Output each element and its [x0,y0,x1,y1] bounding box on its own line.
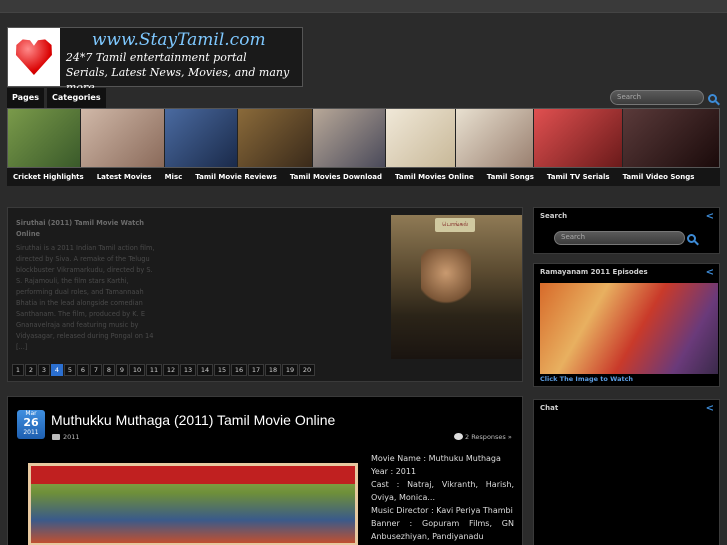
header-tabs: Pages Categories [7,88,109,108]
slider-image-badge: பொங்கல் [435,218,475,232]
poster-strip [31,466,355,484]
info-cast: Cast : Natraj, Vikranth, Harish, Oviya, … [371,480,514,502]
slider-pager: 1 2 3 4 5 6 7 8 9 10 11 12 13 14 15 16 17 18 19 20 [12,364,316,376]
banner-shot[interactable] [164,109,239,167]
pager-page-6[interactable]: 6 [77,364,89,376]
sidebar-search-widget: Search < Search [533,207,720,254]
widget-title-text: Ramayanam 2011 Episodes [540,268,648,276]
widget-title-ramayanam: Ramayanam 2011 Episodes < [534,264,719,282]
pager-page-20[interactable]: 20 [299,364,315,376]
pager-page-1[interactable]: 1 [12,364,24,376]
nav-tamil-video-songs[interactable]: Tamil Video Songs [623,173,695,181]
tagline-1: 24*7 Tamil entertainment portal [65,51,247,64]
pager-page-2[interactable]: 2 [25,364,37,376]
banner-shot[interactable] [80,109,165,167]
nav-misc[interactable]: Misc [165,173,183,181]
comment-bubble-icon [454,433,463,440]
share-icon[interactable]: < [706,212,714,222]
post-card: Mar 26 2011 Muthukku Muthaga (2011) Tami… [7,396,523,545]
responses-link[interactable]: 2 Responses » [465,433,512,441]
slider-text: Siruthai (2011) Tamil Movie Watch Online… [16,218,161,353]
tab-categories[interactable]: Categories [46,88,106,108]
pager-page-17[interactable]: 17 [248,364,264,376]
widget-title-text: Search [540,212,568,220]
top-search-input[interactable]: Search [610,90,704,105]
nav-tamil-tv-serials[interactable]: Tamil TV Serials [547,173,610,181]
movie-banner-strip[interactable] [7,108,720,168]
banner-shot[interactable] [385,109,456,167]
banner-shot[interactable] [533,109,624,167]
banner-shot[interactable] [623,109,720,167]
banner-shot[interactable] [238,109,314,167]
tab-pages[interactable]: Pages [7,88,44,108]
ramayanam-image[interactable] [540,283,718,374]
nav-cricket-highlights[interactable]: Cricket Highlights [13,173,84,181]
pager-page-5[interactable]: 5 [64,364,76,376]
pager-page-4[interactable]: 4 [51,364,63,376]
search-icon[interactable] [708,94,720,106]
pager-page-12[interactable]: 12 [163,364,179,376]
nav-tamil-movies-online[interactable]: Tamil Movies Online [395,173,474,181]
top-bar [0,0,727,13]
folder-icon [52,434,60,440]
search-icon[interactable] [687,234,699,246]
date-badge: Mar 26 2011 [17,410,45,439]
pager-page-14[interactable]: 14 [197,364,213,376]
slider-image-figure [421,249,471,309]
featured-slider: Siruthai (2011) Tamil Movie Watch Online… [7,207,523,382]
site-logo[interactable]: www.StayTamil.com 24*7 Tamil entertainme… [7,27,303,94]
ramayanam-caption-link[interactable]: Click The Image to Watch [540,375,633,383]
nav-tamil-songs[interactable]: Tamil Songs [487,173,534,181]
slider-excerpt: Siruthai is a 2011 Indian Tamil action f… [16,244,155,351]
banner-shot[interactable] [8,109,81,167]
share-icon[interactable]: < [706,404,714,414]
post-title[interactable]: Muthukku Muthaga (2011) Tamil Movie Onli… [51,412,335,428]
pager-page-10[interactable]: 10 [129,364,145,376]
heart-icon [15,39,52,75]
pager-page-15[interactable]: 15 [214,364,230,376]
nav-latest-movies[interactable]: Latest Movies [97,173,152,181]
pager-page-13[interactable]: 13 [180,364,196,376]
share-icon[interactable]: < [706,268,714,278]
heart-logo-box [8,28,60,86]
sidebar-search-input[interactable]: Search [554,231,685,245]
slider-image[interactable]: பொங்கல் [391,215,522,359]
banner-shot[interactable] [455,109,534,167]
pager-page-19[interactable]: 19 [282,364,298,376]
widget-title-chat: Chat < [534,400,719,418]
date-day: 26 [23,416,39,429]
nav-tamil-movies-download[interactable]: Tamil Movies Download [290,173,382,181]
post-poster-image[interactable] [28,463,358,545]
info-year: Year : 2011 [371,467,417,476]
logo-text: www.StayTamil.com 24*7 Tamil entertainme… [60,28,302,94]
pager-page-8[interactable]: 8 [103,364,115,376]
pager-page-16[interactable]: 16 [231,364,247,376]
info-movie-name: Movie Name : Muthuku Muthaga [371,454,501,463]
info-banner: Banner : Gopuram Films, GN Anbusezhiyan,… [371,519,514,541]
sidebar-ramayanam-widget: Ramayanam 2011 Episodes < Click The Imag… [533,263,720,387]
slider-title[interactable]: Siruthai (2011) Tamil Movie Watch Online [16,218,161,240]
post-info: Movie Name : Muthuku Muthaga Year : 2011… [371,452,514,543]
info-music-director: Music Director : Kavi Periya Thambi [371,506,513,515]
category-nav: Cricket Highlights Latest Movies Misc Ta… [7,168,720,186]
date-year: 2011 [23,429,39,436]
widget-title-search: Search < [534,208,719,226]
widget-title-text: Chat [540,404,559,412]
post-category-link[interactable]: 2011 [63,433,80,441]
banner-shot[interactable] [313,109,386,167]
pager-page-11[interactable]: 11 [146,364,162,376]
pager-page-3[interactable]: 3 [38,364,50,376]
sidebar-chat-widget: Chat < [533,399,720,545]
pager-page-18[interactable]: 18 [265,364,281,376]
nav-tamil-movie-reviews[interactable]: Tamil Movie Reviews [195,173,277,181]
pager-page-7[interactable]: 7 [90,364,102,376]
site-name: www.StayTamil.com [91,30,266,50]
pager-page-9[interactable]: 9 [116,364,128,376]
